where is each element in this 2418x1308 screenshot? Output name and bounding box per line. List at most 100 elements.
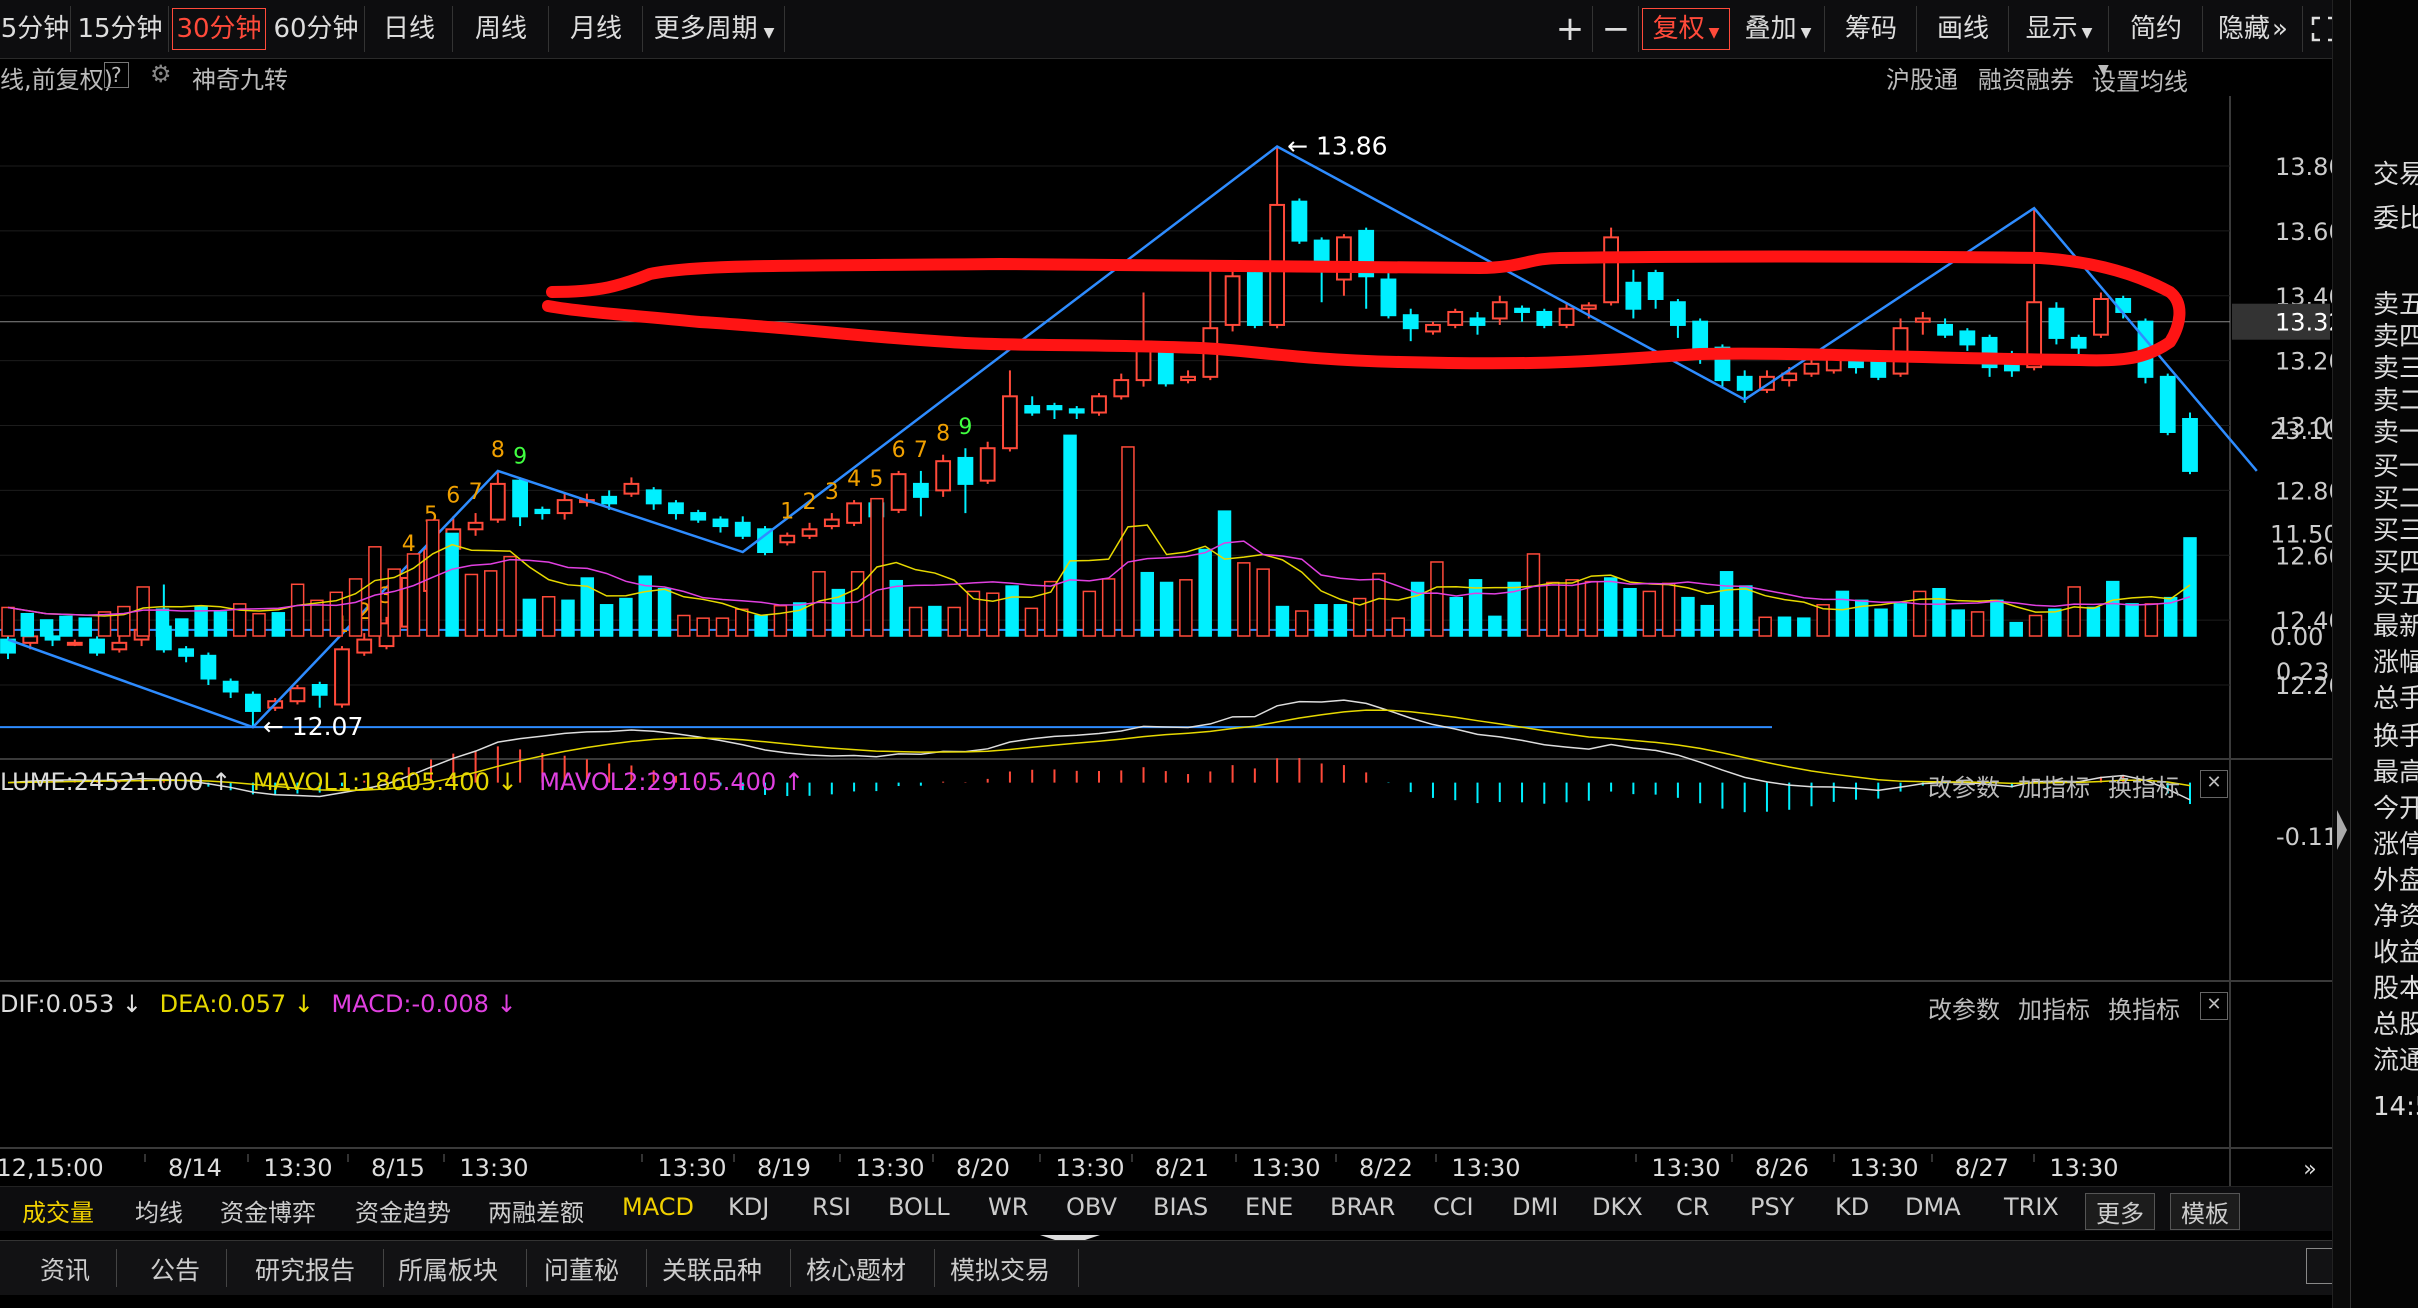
indicator-tab-12[interactable]: ENE [1245, 1193, 1293, 1221]
volume-bar-down [175, 618, 189, 637]
volume-swap-indicator-button[interactable]: 换指标 [2108, 768, 2180, 803]
indicator-tab-8[interactable]: BOLL [888, 1193, 950, 1221]
side-collapse-strip[interactable] [2332, 0, 2351, 1308]
indicator-tab-9[interactable]: WR [988, 1193, 1028, 1221]
info-tab-3[interactable]: 所属板块 [398, 1251, 498, 1287]
volume-bar-down [754, 614, 768, 637]
info-tab-6[interactable]: 核心题材 [806, 1251, 906, 1287]
x-tick-label: 13:30 [1849, 1154, 1918, 1182]
indicator-tab-bar: 成交量 均线 资金博弈 资金趋势 两融差额 MACD KDJ RSI BOLL WR OBV BIAS… [0, 1186, 2350, 1231]
arrow-up-icon: ↑ [203, 768, 239, 796]
candle-up [66, 641, 83, 646]
info-tab-5[interactable]: 关联品种 [662, 1251, 762, 1287]
volume-bar-up [1372, 572, 1386, 637]
volume-bar-down [1719, 571, 1734, 637]
volume-bar-up [1584, 580, 1599, 637]
info-tab-4[interactable]: 问董秘 [544, 1251, 619, 1287]
zoom-in-button[interactable]: + [1548, 6, 1593, 52]
zoom-out-button[interactable]: − [1594, 6, 1639, 52]
indicator-tab-17[interactable]: CR [1676, 1193, 1709, 1221]
indicator-tab-22[interactable]: 更多 [2085, 1193, 2155, 1230]
display-dropdown[interactable]: 显示 ▼ [2010, 6, 2109, 52]
mavol1-value: MAVOL1:18605.400 [252, 768, 490, 796]
indicator-tab-20[interactable]: DMA [1905, 1193, 1961, 1221]
volume-bar-down [522, 598, 537, 637]
volume-bar-up [2067, 586, 2081, 637]
side-panel-label: 交易 [2373, 160, 2418, 190]
close-icon[interactable]: ✕ [2200, 992, 2228, 1020]
hide-button[interactable]: 隐藏» [2204, 6, 2303, 52]
indicator-tab-16[interactable]: DKX [1592, 1193, 1643, 1221]
draw-line-button[interactable]: 画线 [1918, 6, 2009, 52]
help-button[interactable]: ? [104, 62, 129, 88]
period-15min[interactable]: 15分钟 [72, 6, 169, 52]
indicator-tab-1[interactable]: 均线 [135, 1193, 183, 1228]
indicator-tab-21[interactable]: TRIX [2004, 1193, 2059, 1221]
macd-swap-indicator-button[interactable]: 换指标 [2108, 990, 2180, 1025]
indicator-tab-2[interactable]: 资金博弈 [220, 1193, 316, 1228]
gear-icon[interactable]: ⚙ [150, 60, 172, 88]
info-tab-1[interactable]: 公告 [150, 1251, 200, 1287]
side-panel-label: 涨停 [2373, 830, 2418, 860]
chips-button[interactable]: 筹码 [1826, 6, 1917, 52]
indicator-tab-18[interactable]: PSY [1750, 1193, 1794, 1221]
period-60min[interactable]: 60分钟 [268, 6, 365, 52]
macd-edit-params-button[interactable]: 改参数 [1928, 990, 2000, 1025]
candle-up [890, 473, 907, 511]
zigzag-wave-line [7, 145, 2258, 729]
indicator-tab-23[interactable]: 模板 [2170, 1193, 2240, 1230]
indicator-tab-5[interactable]: MACD [622, 1193, 694, 1221]
indicator-tab-11[interactable]: BIAS [1153, 1193, 1208, 1221]
side-panel-label: 最新 [2373, 612, 2418, 642]
period-weekly[interactable]: 周线 [454, 6, 549, 52]
info-tab-0[interactable]: 资讯 [40, 1251, 90, 1287]
link-margin[interactable]: 融资融券 [1978, 60, 2074, 95]
candle-down [1937, 323, 1953, 336]
macd-add-indicator-button[interactable]: 加指标 [2018, 990, 2090, 1025]
overlay-dropdown[interactable]: 叠加 ▼ [1732, 6, 1825, 52]
candle-up [2093, 297, 2109, 336]
simple-mode-button[interactable]: 简约 [2110, 6, 2203, 52]
period-daily[interactable]: 日线 [366, 6, 453, 52]
volume-bar-down [1951, 609, 1966, 637]
indicator-tab-13[interactable]: BRAR [1330, 1193, 1395, 1221]
price-tick-label: 12.80 [2275, 477, 2332, 505]
link-hsgt[interactable]: 沪股通 [1886, 60, 1958, 95]
indicator-tab-15[interactable]: DMI [1512, 1193, 1558, 1221]
volume-edit-params-button[interactable]: 改参数 [1928, 768, 2000, 803]
period-5min[interactable]: 5分钟 [0, 6, 71, 52]
candle-down [1402, 314, 1419, 330]
volume-bar-down [20, 612, 35, 637]
volume-bar-down [1314, 604, 1328, 637]
info-tab-7[interactable]: 模拟交易 [950, 1251, 1050, 1287]
fuquan-dropdown[interactable]: 复权 ▼ [1642, 8, 1730, 50]
volume-add-indicator-button[interactable]: 加指标 [2018, 768, 2090, 803]
indicator-tab-0[interactable]: 成交量 [22, 1193, 94, 1228]
volume-bar-up [773, 604, 788, 637]
dea-value: DEA:0.057 [159, 990, 287, 1018]
close-icon[interactable]: ✕ [2200, 770, 2228, 798]
period-30min[interactable]: 30分钟 [172, 8, 266, 50]
collapse-handle-icon[interactable] [1040, 1230, 1100, 1245]
candle-down [2115, 297, 2132, 313]
volume-bar-up [1082, 590, 1097, 637]
indicator-tab-6[interactable]: KDJ [728, 1193, 769, 1221]
candle-down [712, 518, 729, 528]
indicator-tab-7[interactable]: RSI [812, 1193, 851, 1221]
tab-separator [790, 1249, 791, 1287]
indicator-tab-3[interactable]: 资金趋势 [355, 1193, 451, 1228]
side-panel-label: 股本 [2373, 974, 2418, 1004]
indicator-tab-4[interactable]: 两融差额 [488, 1193, 584, 1228]
info-tab-2[interactable]: 研究报告 [255, 1251, 355, 1287]
more-periods-dropdown[interactable]: 更多周期 ▼ [644, 6, 785, 52]
chart-info-bar: 线,前复权) ? ⚙ 神奇九转 沪股通 融资融券 设置均线 ▼ [0, 58, 2230, 96]
side-panel-label: 今开 [2373, 794, 2418, 824]
indicator-tab-10[interactable]: OBV [1066, 1193, 1117, 1221]
period-monthly[interactable]: 月线 [550, 6, 643, 52]
x-tick-label: 13:30 [1651, 1154, 1720, 1182]
indicator-tab-14[interactable]: CCI [1433, 1193, 1474, 1221]
volume-bar-down [1159, 581, 1174, 637]
indicator-tab-19[interactable]: KD [1835, 1193, 1869, 1221]
td-count-label: 9 [513, 444, 527, 469]
candle-down [44, 635, 61, 641]
